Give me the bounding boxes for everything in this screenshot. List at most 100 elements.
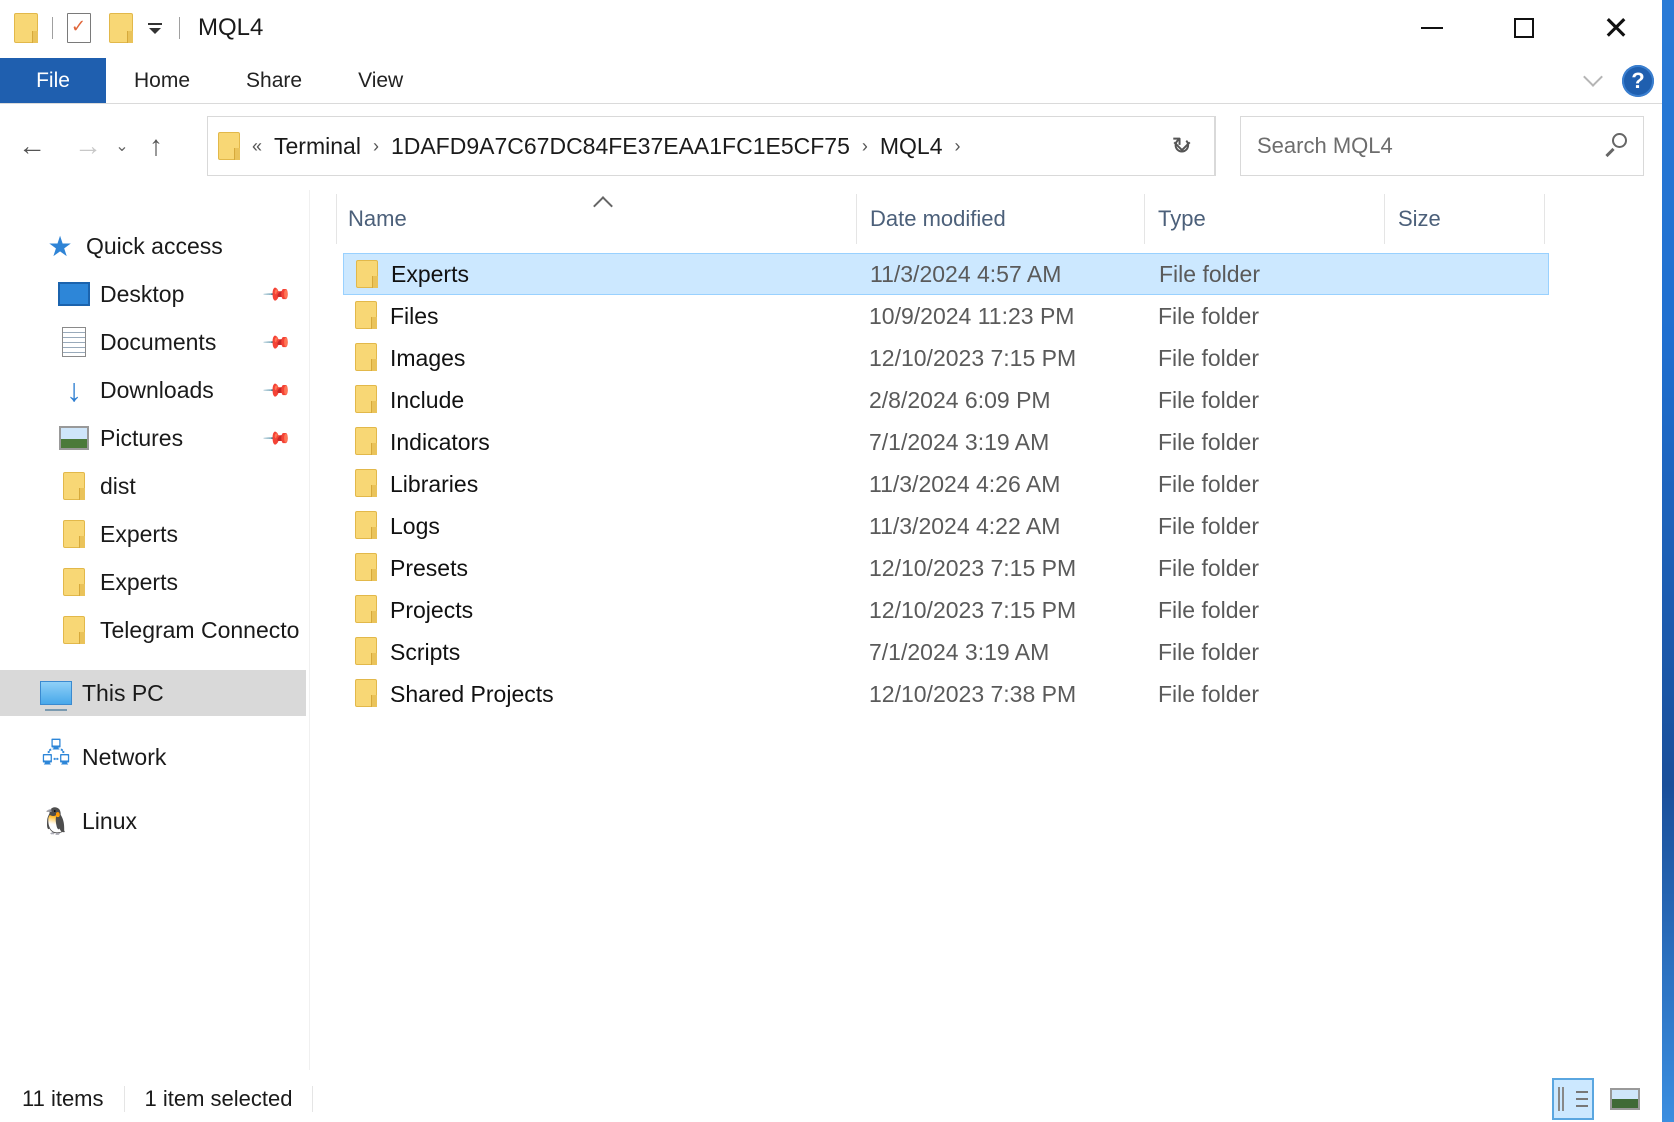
column-divider[interactable] <box>856 194 857 244</box>
sidebar-item-documents[interactable]: Documents 📌 <box>0 319 306 365</box>
breadcrumb-overflow-button[interactable]: « <box>252 136 262 157</box>
folder-icon <box>355 343 377 371</box>
computer-icon <box>40 677 72 711</box>
file-row[interactable]: Shared Projects 12/10/2023 7:38 PM File fo… <box>343 673 1549 715</box>
file-date-modified: 12/10/2023 7:15 PM <box>869 554 1077 581</box>
file-type: File folder <box>1158 512 1259 539</box>
sidebar-item-label: Quick access <box>86 232 223 259</box>
sidebar-item-network[interactable]: 🖧 Network <box>0 734 306 780</box>
search-icon[interactable] <box>1603 133 1627 158</box>
sidebar-item-pictures[interactable]: Pictures 📌 <box>0 415 306 461</box>
column-divider[interactable] <box>1144 194 1145 244</box>
column-header-type[interactable]: Type <box>1158 194 1378 244</box>
search-input[interactable] <box>1241 133 1581 159</box>
customize-toolbar-dropdown[interactable] <box>145 18 165 38</box>
file-date-modified: 12/10/2023 7:15 PM <box>869 344 1077 371</box>
file-row[interactable]: Indicators 7/1/2024 3:19 AM File folder <box>343 421 1549 463</box>
sidebar-item-label: Linux <box>82 807 137 834</box>
breadcrumb-separator-icon[interactable]: › <box>373 136 379 157</box>
folder-icon <box>14 13 38 43</box>
file-list-view: Name Date modified Type Size Experts 11/3… <box>312 190 1662 1070</box>
help-icon[interactable]: ? <box>1622 65 1654 97</box>
sidebar-item-desktop[interactable]: Desktop 📌 <box>0 271 306 317</box>
sidebar-item-label: Experts <box>100 520 178 547</box>
minimize-button[interactable] <box>1386 0 1478 56</box>
file-type: File folder <box>1158 344 1259 371</box>
sidebar-item-dist[interactable]: dist <box>0 463 306 509</box>
recent-locations-button[interactable]: ⌄ <box>108 126 136 166</box>
tab-view[interactable]: View <box>330 58 431 103</box>
sidebar-item-experts[interactable]: Experts <box>0 511 306 557</box>
sidebar-item-experts-2[interactable]: Experts <box>0 559 306 605</box>
file-type: File folder <box>1158 680 1259 707</box>
chevron-down-icon: ⌄ <box>115 138 129 155</box>
file-type: File folder <box>1158 554 1259 581</box>
folder-icon <box>58 518 90 550</box>
file-row[interactable]: Files 10/9/2024 11:23 PM File folder <box>343 295 1549 337</box>
large-icons-view-button[interactable] <box>1604 1078 1646 1120</box>
folder-icon <box>218 132 240 160</box>
file-type: File folder <box>1158 638 1259 665</box>
forward-button[interactable]: → <box>68 126 108 166</box>
toolbar-divider <box>179 17 180 39</box>
breadcrumb-separator-icon[interactable]: › <box>955 136 961 157</box>
file-date-modified: 11/3/2024 4:22 AM <box>869 512 1061 539</box>
breadcrumb-mql4[interactable]: MQL4 <box>880 133 943 160</box>
file-name: Images <box>390 344 466 371</box>
file-row[interactable]: Scripts 7/1/2024 3:19 AM File folder <box>343 631 1549 673</box>
tab-home[interactable]: Home <box>106 58 218 103</box>
breadcrumb-terminal-id[interactable]: 1DAFD9A7C67DC84FE37EAA1FC1E5CF75 <box>391 133 850 160</box>
column-divider[interactable] <box>1544 194 1545 244</box>
file-date-modified: 7/1/2024 3:19 AM <box>869 638 1050 665</box>
status-divider <box>123 1085 125 1112</box>
address-bar[interactable]: « Terminal › 1DAFD9A7C67DC84FE37EAA1FC1E… <box>207 116 1216 176</box>
file-row[interactable]: Projects 12/10/2023 7:15 PM File folder <box>343 589 1549 631</box>
file-row[interactable]: Presets 12/10/2023 7:15 PM File folder <box>343 547 1549 589</box>
arrow-left-icon: ← <box>18 130 46 161</box>
file-date-modified: 12/10/2023 7:15 PM <box>869 596 1077 623</box>
file-row[interactable]: Logs 11/3/2024 4:22 AM File folder <box>343 505 1549 547</box>
folder-icon <box>355 637 377 665</box>
sidebar-item-linux[interactable]: 🐧 Linux <box>0 798 306 844</box>
item-count: 11 items <box>22 1085 104 1111</box>
file-type: File folder <box>1158 470 1259 497</box>
file-row[interactable]: Include 2/8/2024 6:09 PM File folder <box>343 379 1549 421</box>
file-name: Logs <box>390 512 440 539</box>
documents-icon <box>58 326 90 358</box>
new-folder-icon[interactable] <box>109 13 133 43</box>
sidebar-item-quick-access[interactable]: ★ Quick access <box>0 223 306 269</box>
sidebar-item-label: Downloads <box>100 376 214 403</box>
up-button[interactable]: ↑ <box>136 126 176 166</box>
breadcrumb-separator-icon[interactable]: › <box>862 136 868 157</box>
column-header-name[interactable]: Name <box>348 194 838 244</box>
title-bar: MQL4 ✕ <box>0 0 1662 56</box>
file-row[interactable]: Images 12/10/2023 7:15 PM File folder <box>343 337 1549 379</box>
navigation-pane: ★ Quick access Desktop 📌 Documents 📌 ↓ D… <box>0 190 310 1070</box>
column-header-date-modified[interactable]: Date modified <box>870 194 1140 244</box>
close-button[interactable]: ✕ <box>1570 0 1662 56</box>
file-date-modified: 11/3/2024 4:26 AM <box>869 470 1061 497</box>
sidebar-item-this-pc[interactable]: This PC <box>0 670 306 716</box>
expand-ribbon-chevron-icon[interactable] <box>1583 67 1603 87</box>
back-button[interactable]: ← <box>12 126 52 166</box>
desktop-icon <box>58 278 90 310</box>
details-view-button[interactable] <box>1552 1077 1594 1120</box>
breadcrumb-terminal[interactable]: Terminal <box>274 133 361 160</box>
sidebar-item-label: Experts <box>100 568 178 595</box>
properties-icon[interactable] <box>67 13 91 43</box>
maximize-button[interactable] <box>1478 0 1570 56</box>
tab-file[interactable]: File <box>0 58 106 103</box>
file-row[interactable]: Libraries 11/3/2024 4:26 AM File folder <box>343 463 1549 505</box>
column-divider[interactable] <box>1384 194 1385 244</box>
star-icon: ★ <box>47 230 73 262</box>
refresh-button[interactable]: ↻ <box>1149 116 1215 176</box>
tab-share[interactable]: Share <box>218 58 330 103</box>
file-row[interactable]: Experts 11/3/2024 4:57 AM File folder <box>343 253 1549 295</box>
folder-icon <box>355 469 377 497</box>
column-header-size[interactable]: Size <box>1398 194 1538 244</box>
status-bar: 11 items 1 item selected <box>0 1075 1662 1122</box>
pin-icon: 📌 <box>262 422 293 453</box>
sidebar-item-label: Desktop <box>100 280 185 307</box>
sidebar-item-telegram-connector[interactable]: Telegram Connecto <box>0 607 306 653</box>
sidebar-item-downloads[interactable]: ↓ Downloads 📌 <box>0 367 306 413</box>
